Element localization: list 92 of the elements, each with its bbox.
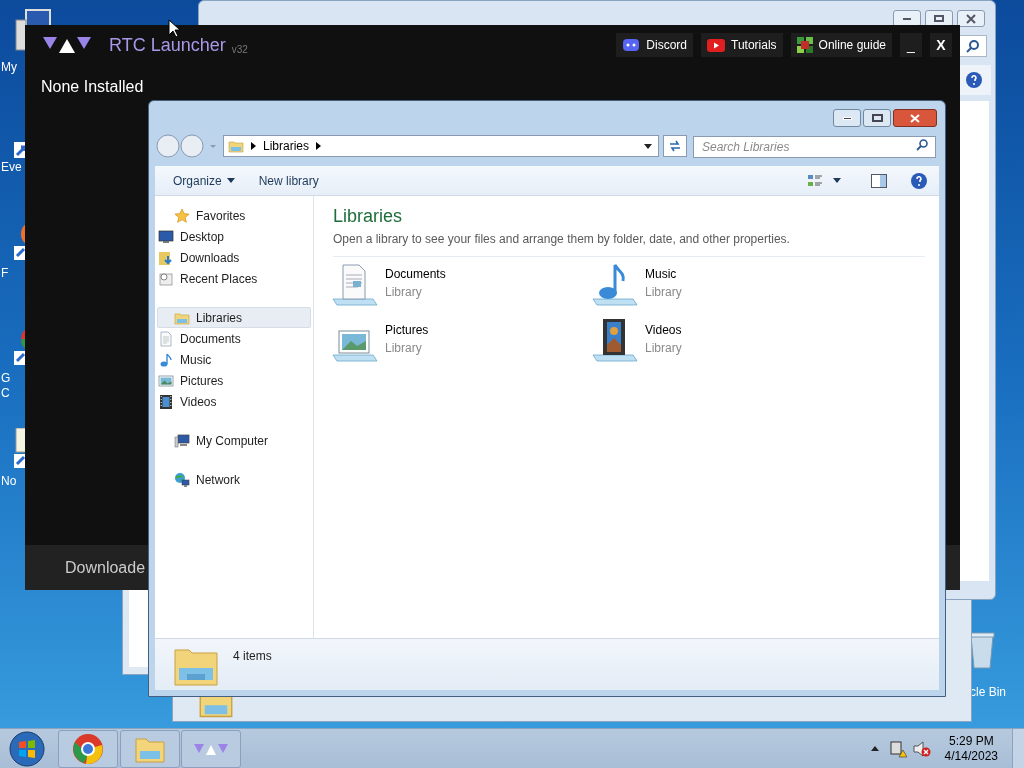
close-button[interactable] <box>957 10 985 27</box>
version-label: v32 <box>231 43 248 57</box>
link-button[interactable]: Tutorials <box>701 33 783 57</box>
document-icon <box>158 330 174 347</box>
nav-item[interactable]: Downloads <box>157 247 313 268</box>
close-icon <box>910 113 920 123</box>
library-folder-icon <box>228 138 244 154</box>
item-name: Documents <box>385 266 446 283</box>
clock-time[interactable]: 5:29 PM <box>948 733 994 749</box>
film-strip-icon <box>158 393 174 410</box>
item-type: Library <box>385 340 423 357</box>
network-warning-icon <box>888 739 907 758</box>
videos-library-icon <box>591 317 639 365</box>
item-type: Library <box>385 284 423 301</box>
nav-item[interactable]: Favorites <box>157 205 313 226</box>
library-item[interactable]: Music Library <box>591 261 851 317</box>
toolbar-button[interactable]: Organize <box>165 168 243 193</box>
refresh-icon <box>668 140 682 152</box>
search-field[interactable]: Search Libraries <box>693 136 936 158</box>
desktop-icon-label[interactable]: Eve <box>1 160 22 174</box>
app-title: RTC Launcher <box>109 33 226 57</box>
desktop-icon-label[interactable]: C <box>1 386 10 400</box>
close-button[interactable] <box>893 109 937 127</box>
guide-icon <box>796 37 813 53</box>
folder-download-icon <box>158 249 174 266</box>
recent-places-icon <box>158 270 174 287</box>
maximize-button[interactable] <box>863 109 891 127</box>
nav-item[interactable]: Desktop <box>157 226 313 247</box>
help-icon <box>965 71 983 89</box>
item-name: Pictures <box>385 322 429 339</box>
nav-item[interactable]: Network <box>157 469 313 490</box>
back-forward-icon <box>155 133 219 159</box>
breadcrumb-item[interactable]: Libraries <box>263 137 310 155</box>
library-item[interactable]: Documents Library <box>331 261 591 317</box>
view-list-icon <box>807 172 823 189</box>
item-name: Music <box>645 266 678 283</box>
windows-logo-icon <box>9 730 45 767</box>
chevron-icon <box>251 142 256 150</box>
refresh-button[interactable] <box>663 135 687 157</box>
desktop-icon-label[interactable]: My <box>1 60 17 74</box>
play-icon <box>707 38 726 52</box>
star-icon <box>174 207 190 224</box>
item-type: Library <box>645 340 682 357</box>
clock-date[interactable]: 4/14/2023 <box>944 748 998 764</box>
link-button[interactable]: Online guide <box>790 33 892 57</box>
desktop-icon-label[interactable]: G <box>1 371 11 385</box>
chevron-icon <box>316 142 322 150</box>
nav-item[interactable]: Pictures <box>157 370 313 391</box>
search-icon <box>966 39 980 53</box>
music-note-icon <box>158 351 174 368</box>
chrome-icon <box>72 732 104 765</box>
taskbar-button[interactable] <box>181 729 241 768</box>
logo-icon <box>43 35 91 55</box>
cursor-icon <box>168 19 180 37</box>
nav-item[interactable]: Videos <box>157 391 313 412</box>
status-heading: None Installed <box>41 78 144 95</box>
close-button[interactable]: X <box>930 33 952 57</box>
computer-icon <box>174 432 190 449</box>
speaker-muted-icon <box>912 739 931 758</box>
item-count: 4 items <box>233 648 272 665</box>
caret-icon <box>833 178 841 183</box>
documents-library-icon <box>331 261 379 309</box>
nav-item[interactable]: Recent Places <box>157 268 313 289</box>
nav-item[interactable]: Documents <box>157 328 313 349</box>
library-item[interactable]: Videos Library <box>591 317 851 373</box>
library-description: Open a library to see your files and arrange them by folder, date, and other properties. <box>333 230 925 257</box>
desktop-icon-label[interactable]: No <box>1 474 17 488</box>
nav-item[interactable]: Music <box>157 349 313 370</box>
close-icon <box>966 13 976 24</box>
library-heading: Libraries <box>333 205 404 228</box>
game-controller-icon <box>622 38 641 52</box>
minimize-button[interactable]: _ <box>900 33 922 57</box>
taskbar-button[interactable] <box>58 729 118 768</box>
item-type: Library <box>645 284 682 301</box>
nav-item[interactable]: Libraries <box>157 307 311 328</box>
footer-text: Downloade <box>65 557 146 578</box>
desktop-icon-label[interactable]: F <box>1 266 9 280</box>
link-button[interactable]: Discord <box>616 33 694 57</box>
item-name: Videos <box>645 322 682 339</box>
monitor-icon <box>158 228 174 245</box>
address-bar[interactable]: Libraries <box>223 135 659 157</box>
search-icon <box>916 139 928 151</box>
nav-item[interactable]: My Computer <box>157 430 313 451</box>
picture-icon <box>158 372 174 389</box>
show-hidden-icons-icon <box>870 746 879 751</box>
help-icon <box>910 171 928 190</box>
network-icon <box>174 471 190 488</box>
library-item[interactable]: Pictures Library <box>331 317 591 373</box>
preview-pane-icon <box>871 173 887 188</box>
caret-icon <box>644 143 652 149</box>
toolbar-button[interactable]: New library <box>250 168 327 193</box>
logo-icon <box>194 741 228 756</box>
